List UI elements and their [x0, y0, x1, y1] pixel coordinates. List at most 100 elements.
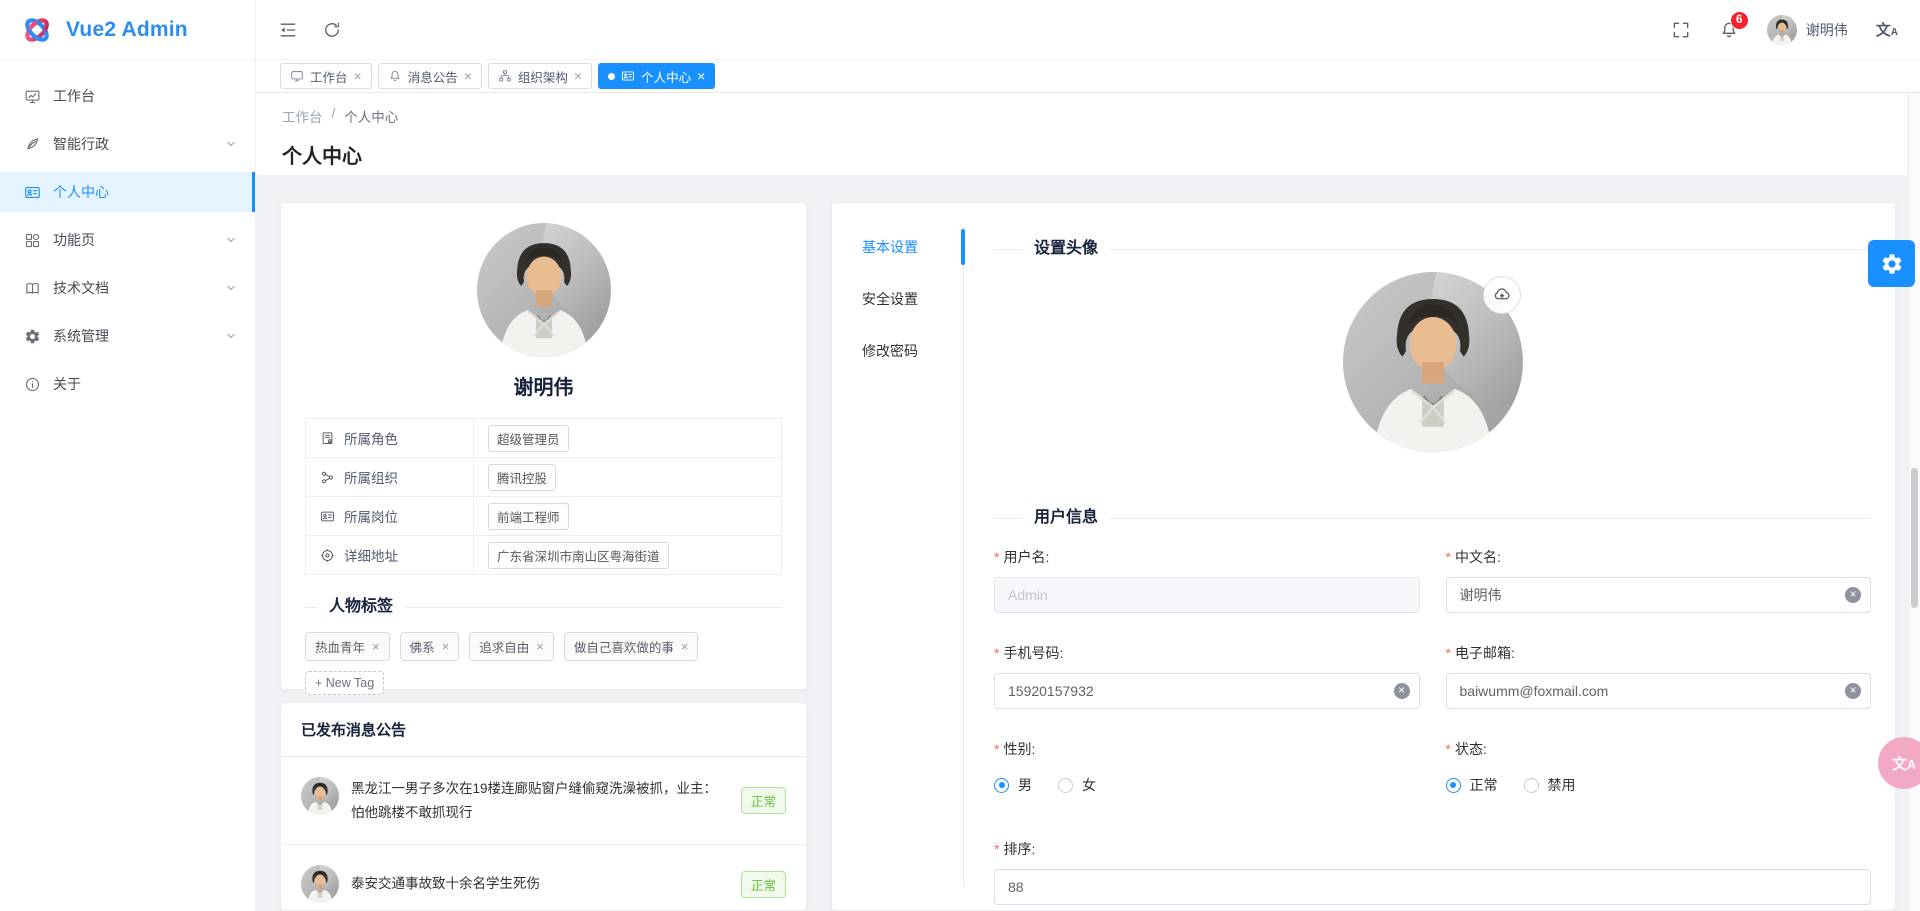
- post-icon: [321, 511, 334, 521]
- collapse-sidebar-icon[interactable]: [278, 20, 298, 40]
- close-icon[interactable]: ×: [442, 640, 450, 653]
- sidebar-item-system-admin[interactable]: 系统管理: [0, 316, 255, 356]
- cloud-upload-icon: [1494, 288, 1510, 300]
- tab-label: 工作台: [310, 70, 348, 85]
- tab-profile[interactable]: 个人中心 ×: [598, 63, 716, 89]
- field-label: 状态:: [1454, 741, 1487, 757]
- breadcrumb-separator: /: [331, 106, 336, 121]
- list-item[interactable]: 黑龙江一男子多次在19楼连廊贴窗户缝偷窥洗澡被抓，业主：怕他跳楼不敢抓现行 正常: [281, 757, 806, 846]
- sidebar-item-profile[interactable]: 个人中心: [0, 172, 255, 212]
- theme-settings-button[interactable]: [1868, 240, 1915, 287]
- email-input[interactable]: [1445, 673, 1871, 709]
- sidebar-item-about[interactable]: 关于: [0, 364, 255, 404]
- app-logo[interactable]: Vue2 Admin: [0, 0, 255, 60]
- tab-basic-settings[interactable]: 基本设置: [856, 227, 965, 267]
- field-label: 用户名:: [1003, 549, 1050, 565]
- notifications-button[interactable]: 6: [1719, 10, 1749, 40]
- sidebar-item-workbench[interactable]: 工作台: [0, 76, 255, 116]
- username-field-group: * 用户名:: [994, 547, 1420, 613]
- close-icon[interactable]: ×: [354, 69, 362, 83]
- close-icon[interactable]: ×: [464, 69, 472, 83]
- sidebar-item-label: 个人中心: [53, 184, 109, 200]
- sidebar-item-feature-pages[interactable]: 功能页: [0, 220, 255, 260]
- sort-input[interactable]: [994, 869, 1871, 905]
- breadcrumb-parent[interactable]: 工作台: [282, 106, 323, 126]
- pen-icon: [27, 137, 39, 149]
- sidebar-item-tech-docs[interactable]: 技术文档: [0, 268, 255, 308]
- page-title: 个人中心: [282, 146, 362, 168]
- required-star: *: [994, 841, 1000, 857]
- avatar-upload-button[interactable]: [1482, 276, 1521, 314]
- table-row: 详细地址 广东省深圳市南山区粤海街道: [305, 535, 782, 575]
- book-icon: [26, 282, 39, 294]
- close-icon[interactable]: ×: [372, 640, 380, 653]
- chevron-down-icon: [227, 237, 235, 243]
- tab-change-password[interactable]: 修改密码: [856, 331, 963, 371]
- clear-icon[interactable]: ×: [1393, 683, 1410, 699]
- profile-tag[interactable]: 热血青年 ×: [305, 632, 390, 661]
- notification-badge: 6: [1729, 10, 1749, 30]
- dashboard-icon: [291, 71, 303, 82]
- tab-workbench[interactable]: 工作台 ×: [280, 63, 372, 89]
- news-card-title: 已发布消息公告: [281, 703, 806, 757]
- close-icon[interactable]: ×: [574, 69, 582, 83]
- field-label: 排序:: [1003, 841, 1036, 857]
- new-tag-button[interactable]: + New Tag: [305, 671, 385, 695]
- profile-card: 谢明伟 所属角色 超级管理员 所属组织 腾讯控股 所属岗位 前端工程师 详细地址…: [280, 202, 807, 695]
- tab-announcements[interactable]: 消息公告 ×: [377, 63, 482, 89]
- profile-tag[interactable]: 做自己喜欢做的事 ×: [563, 632, 699, 661]
- sidebar: Vue2 Admin 工作台 智能行政 个人中心 功能页 技术文档 系统管理 关…: [0, 0, 256, 911]
- close-icon[interactable]: ×: [536, 640, 544, 653]
- location-icon: [321, 548, 334, 562]
- sidebar-item-smart-admin[interactable]: 智能行政: [0, 124, 255, 164]
- user-info-section-title: 用户信息: [1022, 508, 1111, 528]
- field-label: 中文名:: [1454, 549, 1501, 565]
- clear-icon[interactable]: ×: [1845, 587, 1861, 603]
- language-switch-icon[interactable]: 文A: [1876, 19, 1898, 40]
- required-star: *: [994, 645, 1000, 661]
- list-item[interactable]: 泰安交通事故致十余名学生死伤 正常: [281, 845, 806, 911]
- published-news-card: 已发布消息公告 黑龙江一男子多次在19楼连廊贴窗户缝偷窥洗澡被抓，业主：怕他跳楼…: [280, 702, 807, 911]
- table-row: 所属角色 超级管理员: [305, 418, 782, 458]
- tab-org-structure[interactable]: 组织架构 ×: [487, 63, 593, 89]
- status-field-group: * 状态: 正常 禁用: [1445, 739, 1872, 795]
- gender-male-radio[interactable]: 男: [994, 775, 1032, 795]
- profile-avatar: [477, 223, 611, 357]
- sidebar-item-label: 智能行政: [53, 136, 109, 152]
- user-menu[interactable]: 谢明伟: [1767, 15, 1848, 45]
- page-header: 工作台 / 个人中心 个人中心: [256, 93, 1920, 175]
- chinese-name-input[interactable]: [1445, 577, 1871, 613]
- sidebar-item-label: 关于: [53, 376, 81, 392]
- email-field-group: *电子邮箱: ×: [1445, 643, 1871, 709]
- user-name: 谢明伟: [1805, 21, 1848, 38]
- tab-security-settings[interactable]: 安全设置: [856, 279, 963, 319]
- tab-label: 组织架构: [517, 70, 568, 85]
- content-area: 谢明伟 所属角色 超级管理员 所属组织 腾讯控股 所属岗位 前端工程师 详细地址…: [256, 175, 1920, 911]
- tags-divider: 人物标签: [305, 597, 782, 617]
- role-value-tag: 超级管理员: [488, 424, 569, 452]
- gender-female-radio[interactable]: 女: [1058, 775, 1096, 795]
- status-normal-radio[interactable]: 正常: [1445, 775, 1498, 795]
- field-label: 电子邮箱:: [1454, 645, 1515, 661]
- scrollbar-thumb[interactable]: [1911, 468, 1918, 608]
- phone-field-group: *手机号码: ×: [994, 643, 1420, 709]
- status-disabled-radio[interactable]: 禁用: [1523, 775, 1576, 795]
- avatar-upload-block: [1343, 272, 1523, 452]
- fullscreen-icon[interactable]: [1671, 20, 1691, 40]
- profile-tag[interactable]: 追求自由 ×: [469, 632, 554, 661]
- gear-icon: [25, 329, 40, 343]
- phone-input[interactable]: [994, 673, 1420, 709]
- avatar-section-title: 设置头像: [1022, 239, 1111, 259]
- settings-card: 基本设置 安全设置 修改密码 设置头像 用户信息 * 用户名: Admin * …: [831, 202, 1896, 911]
- close-icon[interactable]: ×: [681, 640, 689, 653]
- close-icon[interactable]: ×: [697, 69, 705, 83]
- breadcrumb-current: 个人中心: [344, 110, 399, 125]
- radio-dot: [994, 777, 1009, 793]
- status-badge: 正常: [740, 870, 786, 898]
- clear-icon[interactable]: ×: [1845, 683, 1861, 699]
- username-input[interactable]: [994, 577, 1420, 613]
- refresh-icon[interactable]: [322, 20, 342, 40]
- profile-tag[interactable]: 佛系 ×: [399, 632, 460, 661]
- radio-dot: [1445, 777, 1461, 793]
- chevron-down-icon: [227, 285, 235, 291]
